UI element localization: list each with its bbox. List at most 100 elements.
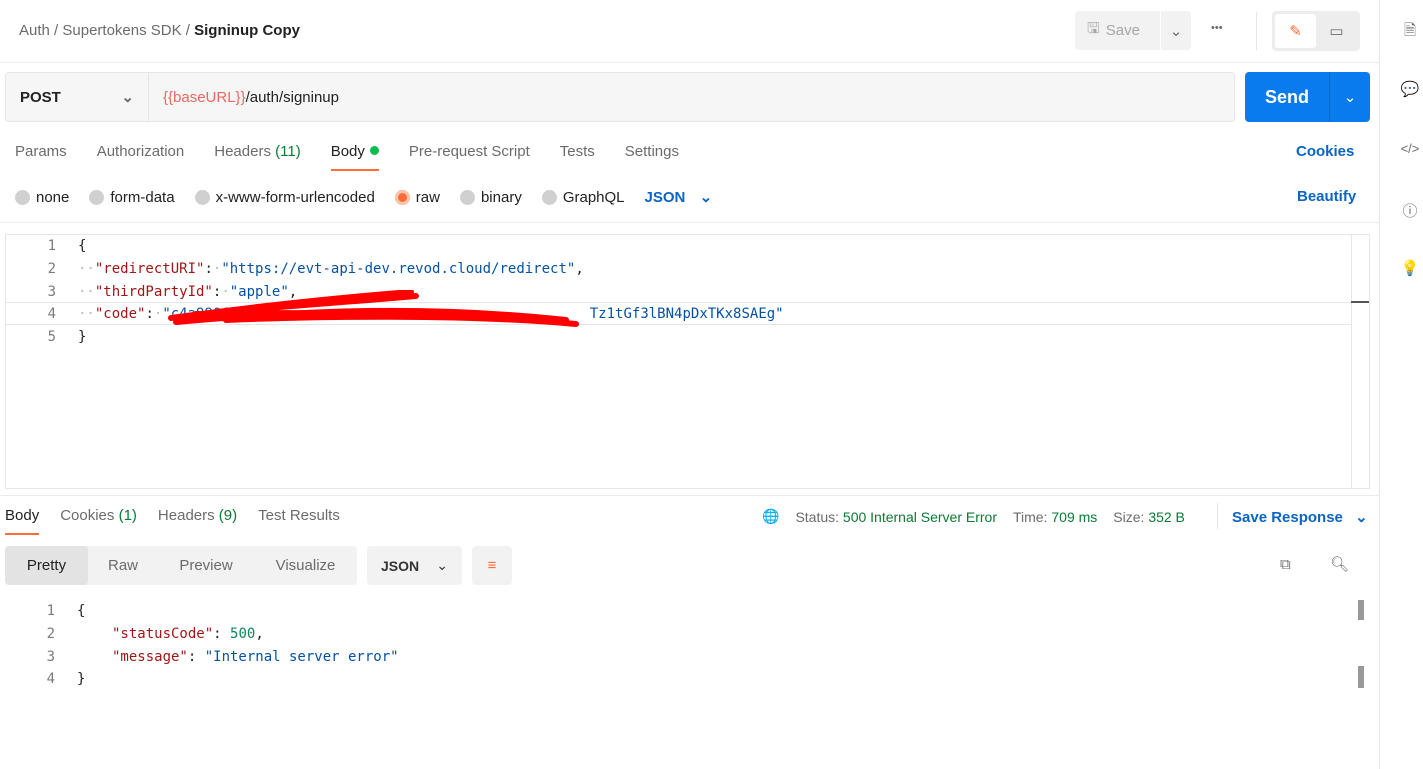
tab-headers[interactable]: Headers (11) — [214, 143, 300, 160]
code-line: "message": "Internal server error" — [112, 649, 399, 665]
size-label: Size: — [1113, 508, 1145, 525]
tab-body[interactable]: Body — [330, 143, 380, 171]
scrollbar-thumb[interactable] — [1358, 666, 1364, 688]
breadcrumb-sep: / — [185, 22, 190, 39]
body-indicator-dot — [369, 146, 379, 155]
send-label[interactable]: Send — [1245, 72, 1330, 122]
json-key: "code" — [94, 306, 146, 322]
response-meta: 🌐 Status: 500 Internal Server Error Time… — [762, 508, 1185, 525]
view-preview[interactable]: Preview — [158, 546, 254, 585]
body-format-select[interactable]: JSON ⌄ — [645, 188, 713, 206]
response-body-viewer[interactable]: 1 2 3 4 { "statusCode": 500, "message": … — [5, 600, 1370, 769]
copy-icon[interactable]: ⧉ — [1280, 556, 1291, 573]
save-button[interactable]: 🖫 Save ⌄ — [1075, 11, 1191, 50]
line-number: 5 — [47, 329, 56, 345]
send-button[interactable]: Send ⌄ — [1245, 72, 1370, 122]
tab-params[interactable]: Params — [15, 143, 67, 160]
search-icon[interactable]: 🔍︎ — [1330, 555, 1349, 573]
tab-tests[interactable]: Tests — [560, 143, 595, 160]
view-visualize[interactable]: Visualize — [254, 546, 357, 585]
format-value: JSON — [381, 557, 420, 574]
time-info[interactable]: Time: 709 ms — [1013, 509, 1097, 525]
response-tab-body[interactable]: Body — [5, 507, 40, 535]
comment-icon[interactable]: ▭ — [1316, 14, 1357, 48]
info-icon[interactable]: ⓘ — [1400, 200, 1420, 221]
tab-pre-request-script[interactable]: Pre-request Script — [409, 143, 530, 160]
request-tabs: Params Authorization Headers (11) Body P… — [15, 143, 679, 171]
save-label: Save — [1105, 22, 1140, 39]
globe-lock-icon[interactable]: 🌐 — [762, 508, 779, 525]
headers-count: (9) — [218, 507, 238, 524]
radio-binary[interactable]: binary — [459, 189, 522, 206]
response-format-select[interactable]: JSON ⌄ — [367, 546, 462, 585]
json-key: "redirectURI" — [94, 261, 205, 277]
response-tab-headers[interactable]: Headers (9) — [158, 507, 237, 524]
lightbulb-icon[interactable]: 💡 — [1400, 259, 1420, 277]
line-number: 3 — [46, 649, 55, 665]
request-body-editor[interactable]: 1 2 3 4 5 { ··"redirectURI":·"https://ev… — [5, 234, 1370, 489]
json-value-tail: Tz1tGf3lBN4pDxTKx8SAEg" — [589, 306, 784, 322]
radio-circle — [541, 189, 557, 205]
code-line: { — [77, 603, 86, 619]
documentation-icon[interactable]: 🗎 — [1400, 20, 1420, 45]
status-info[interactable]: Status: 500 Internal Server Error — [795, 509, 997, 525]
scrollbar-thumb[interactable] — [1358, 600, 1364, 620]
breadcrumb-auth[interactable]: Auth — [19, 22, 50, 39]
code-line: } — [77, 671, 86, 687]
mode-toggle[interactable]: ✎ ▭ — [1272, 11, 1360, 51]
beautify-link[interactable]: Beautify — [1297, 188, 1356, 205]
size-info[interactable]: Size: 352 B — [1113, 509, 1185, 525]
save-response-button[interactable]: Save Response ⌄ — [1232, 508, 1368, 526]
more-options-icon[interactable]: ••• — [1211, 22, 1223, 34]
breadcrumb-sep: / — [54, 22, 59, 39]
response-tab-test-results[interactable]: Test Results — [258, 507, 340, 524]
chevron-down-icon[interactable]: ⌄ — [1161, 22, 1191, 40]
radio-label: GraphQL — [562, 188, 625, 206]
cookies-link[interactable]: Cookies — [1296, 143, 1354, 160]
tab-authorization[interactable]: Authorization — [97, 143, 185, 160]
pencil-icon[interactable]: ✎ — [1275, 14, 1316, 48]
radio-urlencoded[interactable]: x-www-form-urlencoded — [194, 189, 375, 206]
editor-scrollbar[interactable] — [1351, 235, 1369, 488]
radio-none[interactable]: none — [15, 189, 69, 206]
breadcrumb-sdk[interactable]: Supertokens SDK — [62, 22, 181, 39]
chevron-down-icon: ⌄ — [699, 189, 713, 206]
time-label: Time: — [1013, 508, 1048, 525]
wrap-lines-icon[interactable]: ≡ — [472, 546, 512, 585]
scroll-marker — [1351, 301, 1369, 303]
code-icon[interactable]: </> — [1400, 141, 1420, 156]
code-line: ··"redirectURI":·"https://evt-api-dev.re… — [78, 261, 584, 277]
view-raw[interactable]: Raw — [88, 546, 158, 585]
url-input[interactable]: {{baseURL}}/auth/signinup — [149, 72, 1235, 122]
save-icon: 🖫 — [1087, 20, 1100, 37]
time-value: 709 ms — [1051, 508, 1098, 525]
line-number: 3 — [47, 284, 56, 300]
radio-graphql[interactable]: GraphQL — [541, 188, 625, 206]
radio-raw[interactable]: raw — [394, 189, 440, 206]
body-type-options: none form-data x-www-form-urlencoded raw… — [15, 188, 712, 206]
response-tabs: Body Cookies (1) Headers (9) Test Result… — [5, 507, 340, 535]
status-label: Status: — [795, 508, 840, 525]
radio-form-data[interactable]: form-data — [89, 189, 175, 206]
format-value: JSON — [644, 189, 686, 206]
code-line: } — [78, 329, 87, 345]
chevron-down-icon[interactable]: ⌄ — [1330, 72, 1370, 122]
view-pretty[interactable]: Pretty — [5, 546, 88, 585]
radio-circle — [15, 189, 30, 205]
tab-settings[interactable]: Settings — [625, 143, 679, 160]
divider — [0, 222, 1379, 223]
json-value: "Internal server error" — [204, 649, 399, 665]
response-tab-cookies[interactable]: Cookies (1) — [60, 507, 137, 524]
breadcrumb: Auth / Supertokens SDK / Signinup Copy — [19, 22, 300, 39]
redaction-scribble — [168, 290, 579, 327]
divider — [0, 495, 1379, 496]
json-value: 500 — [230, 626, 256, 642]
comments-icon[interactable]: 💬 — [1400, 80, 1420, 98]
page-title[interactable]: Signinup Copy — [194, 22, 300, 39]
divider — [1256, 12, 1257, 50]
line-number: 2 — [46, 626, 55, 642]
line-number: 2 — [47, 261, 56, 277]
status-value: 500 Internal Server Error — [842, 508, 997, 525]
save-response-label: Save Response — [1232, 509, 1343, 526]
method-select[interactable]: POST ⌄ — [5, 72, 149, 122]
